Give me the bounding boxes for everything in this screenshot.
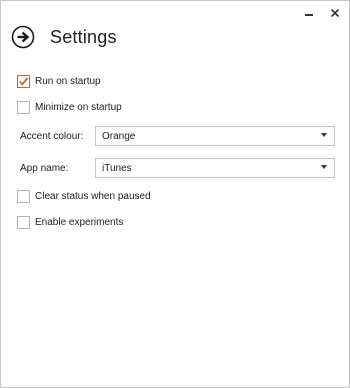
enable-experiments-label: Enable experiments [35, 217, 124, 228]
enable-experiments-option[interactable]: Enable experiments [17, 216, 123, 229]
page-title: Settings [50, 26, 117, 47]
run-on-startup-option[interactable]: Run on startup [17, 75, 101, 88]
run-on-startup-label: Run on startup [35, 76, 101, 87]
minimize-on-startup-checkbox[interactable] [17, 101, 30, 114]
header: Settings [11, 25, 117, 49]
app-name-label: App name: [20, 163, 69, 174]
clear-status-when-paused-label: Clear status when paused [35, 191, 151, 202]
minimize-icon [305, 14, 313, 16]
accent-colour-select[interactable]: Orange [95, 126, 335, 146]
accent-colour-label: Accent colour: [20, 131, 84, 142]
close-button[interactable] [329, 7, 341, 19]
clear-status-when-paused-option[interactable]: Clear status when paused [17, 190, 151, 203]
minimize-on-startup-option[interactable]: Minimize on startup [17, 101, 122, 114]
accent-colour-value: Orange [102, 130, 136, 142]
minimize-button[interactable] [303, 7, 315, 19]
enable-experiments-checkbox[interactable] [17, 216, 30, 229]
settings-window: Settings Run on startup Minimize on star… [0, 0, 350, 388]
minimize-on-startup-label: Minimize on startup [35, 102, 122, 113]
close-icon [330, 8, 340, 18]
window-controls [303, 7, 341, 19]
run-on-startup-checkbox[interactable] [17, 75, 30, 88]
back-button[interactable] [11, 25, 35, 49]
app-name-value: iTunes [102, 162, 132, 174]
dropdown-arrow-icon [321, 165, 327, 169]
arrow-right-circle-icon [11, 25, 35, 49]
clear-status-when-paused-checkbox[interactable] [17, 190, 30, 203]
dropdown-arrow-icon [321, 133, 327, 137]
app-name-select[interactable]: iTunes [95, 158, 335, 178]
checkmark-icon [18, 77, 29, 86]
